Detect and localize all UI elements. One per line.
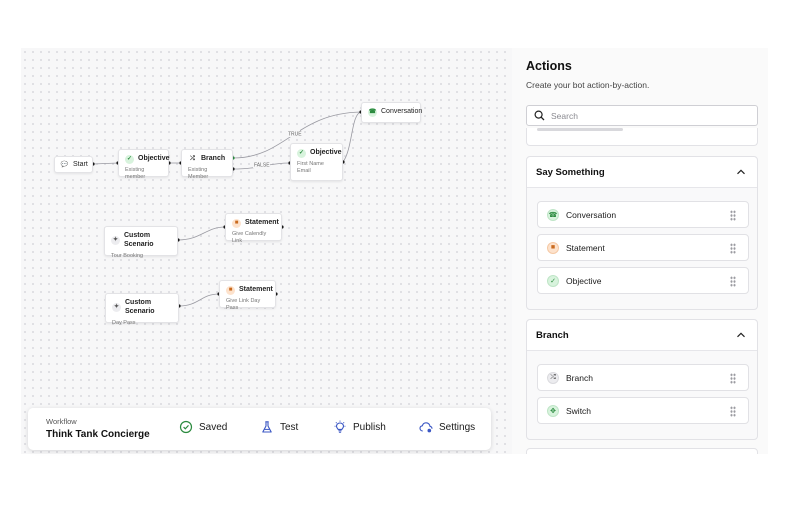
- saved-label: Saved: [199, 421, 228, 433]
- node-objective-existing-member[interactable]: ✓ Objective Existing member: [118, 149, 170, 180]
- edge-layer: TRUE FALSE: [91, 110, 363, 308]
- node-title: Objective: [310, 149, 342, 157]
- workflow-name[interactable]: Think Tank Concierge: [46, 429, 150, 440]
- flask-icon: [262, 421, 272, 433]
- node-title: Custom Scenario: [125, 299, 155, 315]
- node-objective-first-name[interactable]: ✓ Objective First Name Email: [290, 143, 343, 181]
- node-subtitle: First Name Email: [297, 161, 324, 174]
- action-item-label: Branch: [566, 372, 593, 383]
- check-circle-icon: [179, 420, 193, 434]
- switch-icon: ✥: [547, 404, 559, 417]
- node-subtitle: Day Pass: [112, 319, 136, 326]
- chevron-up-icon[interactable]: [736, 167, 746, 177]
- section-header[interactable]: Say Something: [527, 157, 757, 188]
- publish-label: Publish: [353, 421, 386, 433]
- headset-icon: ☎: [547, 208, 559, 221]
- check-icon: ✓: [547, 274, 559, 287]
- statement-icon: ■: [232, 219, 241, 228]
- headset-icon: ☎: [368, 108, 377, 117]
- panel-subtitle: Create your bot action-by-action.: [526, 80, 650, 90]
- edge-label-false: FALSE: [254, 163, 270, 169]
- workflow-label: Workflow: [46, 417, 77, 426]
- saved-button[interactable]: Saved: [179, 420, 227, 434]
- node-title: Statement: [239, 286, 273, 294]
- section-say-something: Say Something ☎ Conversation ■ Statement…: [526, 156, 758, 310]
- action-item-label: Switch: [566, 405, 592, 416]
- action-item-label: Objective: [566, 275, 602, 286]
- chat-bubble-icon: 💬: [60, 161, 69, 168]
- settings-label: Settings: [439, 421, 476, 433]
- lightbulb-icon: [334, 420, 346, 433]
- workflow-toolbar: Workflow Think Tank Concierge Saved Test…: [28, 408, 491, 450]
- section-title: Branch: [536, 329, 569, 341]
- actions-panel: Actions Create your bot action-by-action…: [512, 48, 768, 454]
- node-branch[interactable]: ⤮ Branch Existing Member: [181, 149, 233, 180]
- node-title: Objective: [138, 155, 170, 163]
- edge-start-objective: [92, 162, 119, 165]
- action-item-switch[interactable]: ✥ Switch: [537, 397, 749, 424]
- sparkle-icon: ✦: [112, 303, 121, 313]
- section-header[interactable]: Branch: [527, 320, 757, 351]
- panel-title: Actions: [526, 59, 572, 73]
- edge-label-true: TRUE: [288, 132, 302, 138]
- search-input[interactable]: [551, 110, 741, 121]
- node-title: Start: [73, 161, 88, 169]
- edge-scenario-statement-1: [177, 226, 226, 241]
- test-button[interactable]: Test: [260, 420, 298, 434]
- drag-handle-icon[interactable]: [730, 243, 736, 254]
- statement-icon: ■: [547, 241, 559, 254]
- action-item-branch[interactable]: ⤮ Branch: [537, 364, 749, 391]
- statement-icon: ■: [226, 286, 235, 295]
- node-subtitle: Give Link Day Pass: [226, 298, 261, 311]
- node-title: Branch: [201, 155, 226, 163]
- node-title: Custom Scenario: [124, 232, 154, 248]
- settings-button[interactable]: Settings: [419, 420, 475, 434]
- partial-section-card: [526, 128, 758, 146]
- action-item-statement[interactable]: ■ Statement: [537, 234, 749, 261]
- publish-button[interactable]: Publish: [333, 420, 386, 434]
- branch-icon: ⤮: [190, 155, 195, 162]
- node-statement-calendly[interactable]: ■ Statement Give Calendly Link: [225, 213, 282, 244]
- section-branch: Branch ⤮ Branch ✥ Switch: [526, 319, 758, 440]
- edge-objective2-conversation: [342, 111, 362, 163]
- node-subtitle: Existing Member: [188, 167, 209, 180]
- drag-handle-icon[interactable]: [730, 210, 736, 221]
- check-icon: ✓: [297, 149, 306, 158]
- partial-section-card: [526, 448, 758, 454]
- node-conversation[interactable]: ☎ Conversation: [361, 102, 423, 123]
- drag-handle-icon[interactable]: [730, 373, 736, 384]
- branch-icon: ⤮: [547, 371, 559, 384]
- action-item-conversation[interactable]: ☎ Conversation: [537, 201, 749, 228]
- node-custom-scenario-day-pass[interactable]: ✦ Custom Scenario Day Pass: [105, 293, 179, 326]
- test-label: Test: [280, 421, 299, 433]
- action-item-label: Statement: [566, 242, 605, 253]
- node-subtitle: Existing member: [125, 167, 146, 180]
- search-box[interactable]: [526, 105, 758, 126]
- section-title: Say Something: [536, 166, 605, 178]
- node-title: Conversation: [381, 108, 423, 116]
- node-title: Statement: [245, 219, 279, 227]
- workflow-name-block: Workflow Think Tank Concierge: [46, 417, 150, 440]
- edge-scenario-statement-2: [178, 293, 220, 307]
- drag-handle-icon[interactable]: [730, 406, 736, 417]
- chevron-up-icon[interactable]: [736, 330, 746, 340]
- cloud-gear-icon: [419, 422, 433, 433]
- check-icon: ✓: [125, 155, 134, 164]
- sparkle-icon: ✦: [111, 236, 120, 246]
- search-icon: [534, 110, 545, 121]
- node-custom-scenario-tour[interactable]: ✦ Custom Scenario Tour Booking: [104, 226, 178, 259]
- node-subtitle: Give Calendly Link: [232, 231, 267, 244]
- action-item-label: Conversation: [566, 209, 617, 220]
- node-start[interactable]: 💬 Start: [54, 156, 93, 173]
- workflow-canvas[interactable]: TRUE FALSE 💬 Start ✓ Objective Existing me…: [21, 48, 512, 454]
- node-subtitle: Tour Booking: [111, 252, 144, 259]
- drag-handle-icon[interactable]: [730, 276, 736, 287]
- action-item-objective[interactable]: ✓ Objective: [537, 267, 749, 294]
- node-statement-day-pass[interactable]: ■ Statement Give Link Day Pass: [219, 280, 276, 311]
